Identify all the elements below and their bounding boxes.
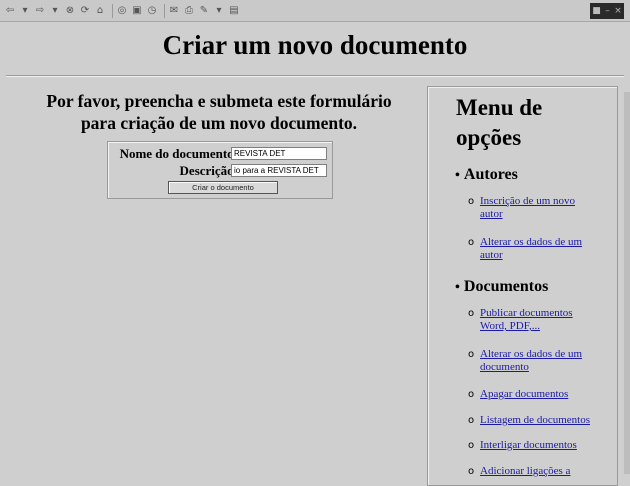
mail-icon[interactable]: ✉ — [168, 4, 180, 18]
document-name-row: Nome do documento: REVISTA DET — [108, 146, 334, 162]
search-icon[interactable]: ◎ — [116, 4, 128, 18]
windows-logo-icon: ■ — [592, 6, 601, 16]
page-title: Criar um novo documento — [162, 30, 468, 60]
circle-bullet-icon: o — [468, 389, 475, 400]
dropdown-icon[interactable]: ▾ — [49, 4, 61, 18]
back-icon[interactable]: ⇦ — [4, 4, 16, 18]
menu-link[interactable]: Inscrição de um novo autor — [480, 195, 618, 221]
document-name-label: Nome do documento: — [119, 146, 238, 161]
menu-link[interactable]: Alterar os dados de um documento — [480, 348, 618, 374]
circle-bullet-icon: o — [468, 308, 475, 319]
toolbar-separator — [112, 3, 113, 18]
favorites-icon[interactable]: ▣ — [131, 4, 143, 18]
menu-link[interactable]: Interligar documentos — [480, 439, 618, 452]
menu-link[interactable]: Listagem de documentos — [480, 414, 618, 427]
menu-section-documents: • Documentos — [455, 277, 548, 298]
bullet-icon: • — [455, 280, 460, 295]
intro-line-2: para criação de um novo documento. — [80, 113, 358, 133]
close-icon[interactable]: × — [614, 6, 622, 16]
circle-bullet-icon: o — [468, 440, 475, 451]
menu-item-link-documents[interactable]: o Interligar documentos — [468, 439, 618, 452]
circle-bullet-icon: o — [468, 415, 475, 426]
menu-section-title: Documentos — [463, 278, 549, 295]
stop-icon[interactable]: ⊗ — [64, 4, 76, 18]
bullet-icon: • — [455, 168, 460, 183]
menu-link[interactable]: Apagar documentos — [480, 388, 618, 401]
discuss-icon[interactable]: ▤ — [228, 4, 240, 18]
browser-toolbar: ⇦ ▾ ⇨ ▾ ⊗ ⟳ ⌂ ◎ ▣ ◷ ✉ ⎙ ✎ ▾ ▤ ■ – × — [0, 0, 630, 22]
print-icon[interactable]: ⎙ — [183, 4, 195, 18]
menu-link[interactable]: Publicar documentos Word, PDF,... — [480, 307, 618, 333]
dropdown-icon[interactable]: ▾ — [19, 4, 31, 18]
circle-bullet-icon: o — [468, 196, 475, 207]
menu-item-add-links[interactable]: o Adicionar ligações a — [468, 465, 618, 478]
menu-item-publish-documents[interactable]: o Publicar documentos Word, PDF,... — [468, 307, 618, 333]
menu-item-register-author[interactable]: o Inscrição de um novo autor — [468, 195, 618, 221]
forward-icon[interactable]: ⇨ — [34, 4, 46, 18]
intro-line-1: Por favor, preencha e submeta este formu… — [46, 91, 392, 111]
menu-link[interactable]: Adicionar ligações a — [480, 465, 618, 478]
intro-text: Por favor, preencha e submeta este formu… — [14, 90, 424, 134]
minimize-icon[interactable]: – — [605, 6, 610, 16]
create-document-button[interactable]: Criar o documento — [168, 181, 278, 194]
menu-section-title: Autores — [463, 166, 518, 183]
circle-bullet-icon: o — [468, 466, 475, 477]
dropdown-icon[interactable]: ▾ — [213, 4, 225, 18]
description-label: Descrição: — [179, 163, 238, 178]
menu-title-line-2: opções — [456, 125, 522, 150]
history-icon[interactable]: ◷ — [146, 4, 158, 18]
scrollbar-track[interactable] — [624, 92, 630, 474]
circle-bullet-icon: o — [468, 349, 475, 360]
description-input[interactable]: io para a REVISTA DET — [231, 164, 327, 177]
new-document-form: Nome do documento: REVISTA DET Descrição… — [107, 141, 333, 199]
home-icon[interactable]: ⌂ — [94, 4, 106, 18]
edit-icon[interactable]: ✎ — [198, 4, 210, 18]
menu-section-authors: • Autores — [455, 165, 518, 186]
options-menu: Menu de opções • Autores o Inscrição de u… — [427, 86, 618, 486]
menu-link[interactable]: Alterar os dados de um autor — [480, 236, 618, 262]
menu-item-edit-document[interactable]: o Alterar os dados de um documento — [468, 348, 618, 374]
description-row: Descrição: io para a REVISTA DET — [108, 163, 334, 179]
document-name-input[interactable]: REVISTA DET — [231, 147, 327, 160]
title-divider — [6, 75, 624, 77]
menu-title-line-1: Menu de — [456, 95, 543, 120]
menu-item-list-documents[interactable]: o Listagem de documentos — [468, 414, 618, 427]
menu-title: Menu de opções — [456, 93, 542, 153]
window-controls: ■ – × — [590, 3, 624, 19]
menu-item-edit-author[interactable]: o Alterar os dados de um autor — [468, 236, 618, 262]
menu-item-delete-documents[interactable]: o Apagar documentos — [468, 388, 618, 401]
circle-bullet-icon: o — [468, 237, 475, 248]
toolbar-separator — [164, 3, 165, 18]
refresh-icon[interactable]: ⟳ — [79, 4, 91, 18]
